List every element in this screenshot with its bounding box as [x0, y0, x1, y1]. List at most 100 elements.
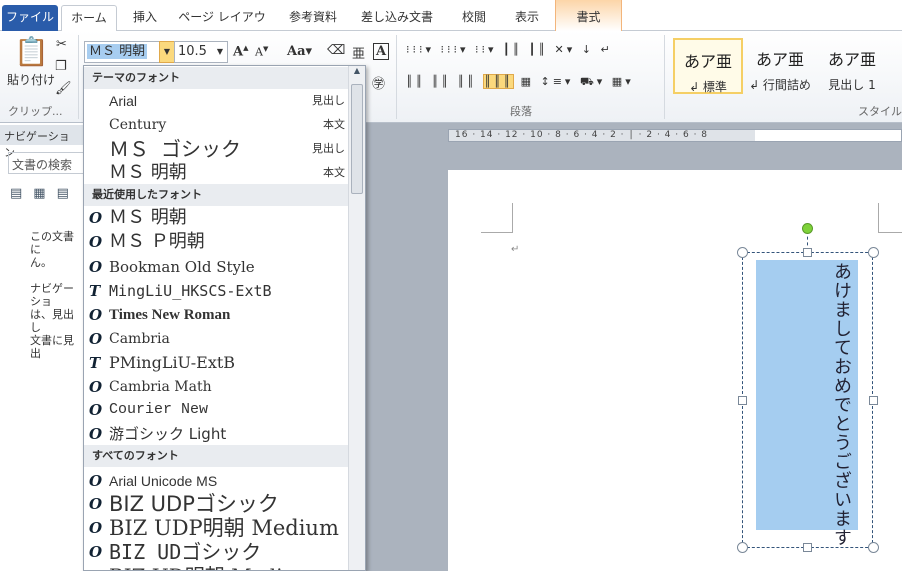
- font-item[interactable]: T MingLiU_HKSCS-ExtB: [84, 279, 349, 303]
- font-item[interactable]: O BIZ UD明朝 Medium: [84, 564, 349, 570]
- font-item[interactable]: ＭＳ 明朝 本文: [84, 161, 349, 185]
- opentype-font-icon: O: [89, 472, 103, 490]
- font-name: BIZ UD明朝 Medium: [109, 564, 314, 570]
- resize-handle[interactable]: [868, 247, 879, 258]
- character-border-icon[interactable]: A: [373, 43, 390, 60]
- enclosed-character-icon[interactable]: ㊫: [372, 73, 385, 92]
- font-item[interactable]: O BIZ UDPゴシック: [84, 492, 349, 516]
- font-name: 游ゴシック Light: [109, 425, 227, 443]
- font-item[interactable]: O Bookman Old Style: [84, 255, 349, 279]
- scrollbar[interactable]: ▲: [348, 66, 365, 570]
- font-item[interactable]: O BIZ UDP明朝 Medium: [84, 516, 349, 540]
- grow-font-icon[interactable]: A▲: [233, 43, 248, 59]
- font-name: Cambria Math: [109, 379, 212, 395]
- paste-button[interactable]: 貼り付け: [7, 71, 55, 88]
- tab-view[interactable]: 表示: [504, 5, 550, 31]
- tab-page-layout[interactable]: ページ レイアウト: [176, 5, 268, 48]
- nav-search-input[interactable]: 文書の検索: [8, 152, 84, 174]
- cut-icon[interactable]: ✂: [56, 37, 67, 52]
- rotate-handle[interactable]: [802, 223, 813, 234]
- resize-handle[interactable]: [803, 543, 812, 552]
- alignment-icons[interactable]: ║║ ║║ ║║ ║║║ ▦ ↕≡▾ ⛟▾ ▦▾: [406, 74, 634, 90]
- style-label: 見出し 1: [828, 78, 876, 92]
- font-role-tag: 見出し: [312, 142, 345, 155]
- divider: [78, 35, 79, 119]
- nav-view-tabs[interactable]: ▤▦▤: [10, 186, 80, 201]
- style-no-spacing[interactable]: あア亜 ↲ 行間詰め: [745, 38, 815, 94]
- font-size-input[interactable]: 10.5 ▼: [174, 41, 228, 63]
- margin-mark: [481, 203, 513, 233]
- font-item[interactable]: O Cambria Math: [84, 375, 349, 399]
- font-name: ＭＳ ゴシック: [109, 137, 242, 161]
- font-name: PMingLiU-ExtB: [109, 353, 236, 372]
- tab-mailings[interactable]: 差し込み文書: [356, 5, 438, 31]
- opentype-font-icon: O: [89, 306, 103, 324]
- font-item[interactable]: O Courier New: [84, 398, 349, 422]
- style-preview: あア亜: [755, 50, 804, 69]
- ribbon-tabs: ファイル ホーム 挿入 ページ レイアウト 参考資料 差し込み文書 校閲 表示 …: [0, 0, 902, 48]
- clipboard-group-label: クリップ...: [8, 105, 63, 118]
- font-role-tag: 本文: [323, 118, 345, 131]
- phonetic-guide-icon[interactable]: 亜: [352, 43, 365, 62]
- resize-handle[interactable]: [869, 396, 878, 405]
- font-section-header: 最近使用したフォント: [84, 184, 349, 206]
- vertical-text[interactable]: あけましておめでとうございます: [828, 262, 854, 547]
- resize-handle[interactable]: [738, 396, 747, 405]
- paste-icon[interactable]: 📋: [14, 35, 49, 68]
- font-item[interactable]: Century 本文: [84, 113, 349, 137]
- font-name: Cambria: [109, 331, 170, 347]
- resize-handle[interactable]: [868, 542, 879, 553]
- font-dropdown-arrow[interactable]: ▼: [159, 41, 175, 63]
- paragraph-tools-row1[interactable]: ⁝⁝⁝▾ ⁝⁝⁝▾ ⁝⁝▾ ┃║ ┃║ ✕▾ ↓ ↵: [406, 43, 613, 56]
- tab-file[interactable]: ファイル: [2, 5, 58, 31]
- opentype-font-icon: O: [89, 401, 103, 419]
- tab-home[interactable]: ホーム: [61, 5, 117, 32]
- font-name: BIZ UDPゴシック: [109, 492, 279, 516]
- horizontal-ruler[interactable]: 16 · 14 · 12 · 10 · 8 · 6 · 4 · 2 · │ · …: [448, 129, 902, 142]
- font-item[interactable]: O 游ゴシック Light: [84, 422, 349, 446]
- font-item[interactable]: O Cambria: [84, 327, 349, 351]
- font-item[interactable]: O BIZ UDゴシック: [84, 540, 349, 564]
- font-item[interactable]: ＭＳ ゴシック 見出し: [84, 137, 349, 161]
- font-section-header: すべてのフォント: [84, 445, 349, 467]
- scroll-up-icon[interactable]: ▲: [349, 66, 365, 75]
- font-name-value: ＭＳ 明朝: [87, 44, 148, 59]
- font-section-header: テーマのフォント: [84, 67, 349, 89]
- resize-handle[interactable]: [737, 247, 748, 258]
- font-name: ＭＳ 明朝: [109, 207, 187, 228]
- style-normal[interactable]: あア亜 ↲ 標準: [673, 38, 743, 94]
- font-name: MingLiU_HKSCS-ExtB: [109, 282, 272, 300]
- styles-group-label: スタイル: [858, 105, 902, 118]
- tab-format[interactable]: 書式: [555, 0, 622, 31]
- font-item[interactable]: Arial 見出し: [84, 89, 349, 113]
- font-dropdown-list[interactable]: テーマのフォント Arial 見出し Century 本文 ＭＳ ゴシック 見出し ＭＳ 明朝…: [83, 65, 366, 571]
- scrollbar-thumb[interactable]: [351, 84, 363, 194]
- resize-handle[interactable]: [737, 542, 748, 553]
- opentype-font-icon: O: [89, 330, 103, 348]
- font-item[interactable]: O Times New Roman: [84, 303, 349, 327]
- opentype-font-icon: O: [89, 495, 103, 513]
- font-item[interactable]: T PMingLiU-ExtB: [84, 351, 349, 375]
- margin-mark: [878, 203, 902, 233]
- ruler-labels: 16 · 14 · 12 · 10 · 8 · 6 · 4 · 2 · │ · …: [455, 130, 709, 140]
- tab-insert[interactable]: 挿入: [120, 5, 170, 31]
- font-size-value: 10.5: [178, 44, 207, 59]
- copy-icon[interactable]: ❐: [55, 59, 67, 74]
- truetype-font-icon: T: [89, 354, 101, 372]
- font-name: BIZ UDP明朝 Medium: [109, 516, 339, 540]
- style-heading-1[interactable]: あア亜 見出し 1: [817, 38, 887, 94]
- change-case-icon[interactable]: Aa▾: [287, 44, 312, 59]
- font-item[interactable]: O Arial Unicode MS: [84, 469, 349, 493]
- paragraph-group-label: 段落: [510, 105, 532, 118]
- chevron-down-icon[interactable]: ▼: [217, 42, 223, 62]
- tab-review[interactable]: 校閲: [450, 5, 498, 31]
- divider: [664, 35, 665, 119]
- resize-handle[interactable]: [803, 248, 812, 257]
- tab-references[interactable]: 参考資料: [280, 5, 346, 31]
- shrink-font-icon[interactable]: A▼: [255, 45, 268, 59]
- format-painter-icon[interactable]: 🖌: [55, 81, 72, 96]
- font-name: Bookman Old Style: [109, 258, 255, 276]
- font-item[interactable]: O ＭＳ Ｐ明朝: [84, 230, 349, 254]
- clear-format-icon[interactable]: ⌫: [327, 43, 345, 58]
- font-item[interactable]: O ＭＳ 明朝: [84, 206, 349, 230]
